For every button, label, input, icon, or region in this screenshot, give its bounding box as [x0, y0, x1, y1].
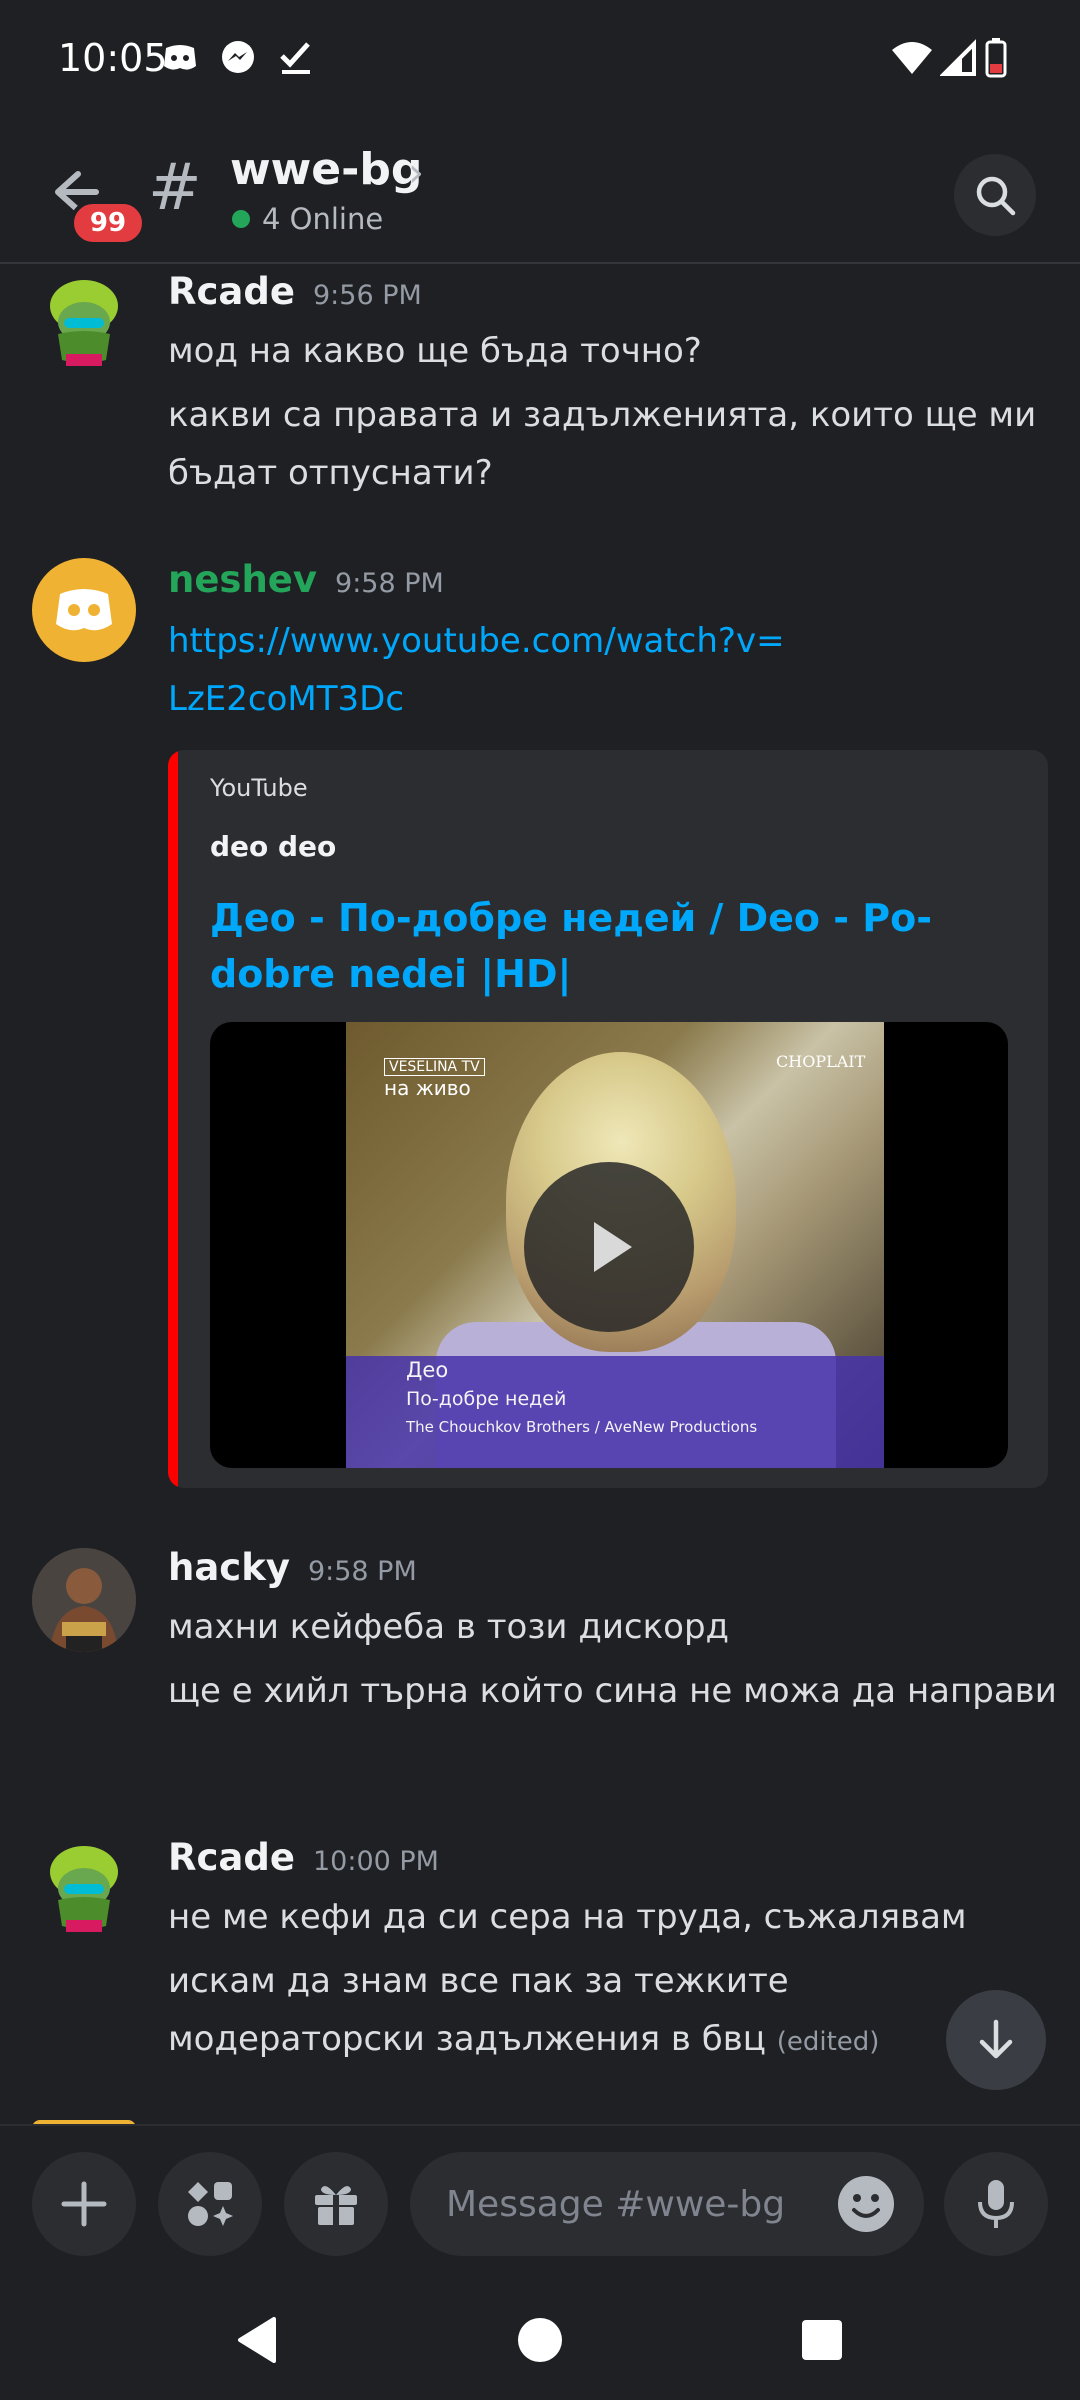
circle-home-icon	[518, 2318, 562, 2362]
youtube-embed: YouTube deo deo Део - По-добре недей / D…	[168, 750, 1048, 1488]
play-button[interactable]	[524, 1162, 694, 1332]
nav-recents-button[interactable]	[792, 2310, 852, 2370]
video-watermark: CHOPLAIT	[776, 1052, 866, 1071]
battery-icon	[985, 38, 1007, 78]
signal-icon	[940, 39, 976, 76]
apps-icon	[188, 2182, 233, 2226]
online-count: 4 Online	[262, 202, 384, 236]
embed-provider[interactable]: YouTube	[210, 774, 308, 802]
nav-home-button[interactable]	[510, 2310, 570, 2370]
message-input-container	[410, 2152, 924, 2256]
message-input[interactable]	[446, 2152, 826, 2256]
check-icon	[280, 42, 310, 74]
microphone-icon	[978, 2180, 1014, 2228]
avatar[interactable]	[32, 1838, 136, 1942]
messenger-icon	[222, 41, 254, 73]
gift-icon	[315, 2186, 357, 2225]
message-timestamp: 10:00 PM	[312, 1846, 439, 1877]
voice-message-button[interactable]	[944, 2152, 1048, 2256]
message-author[interactable]: Rcade 10:00 PM	[168, 1836, 439, 1879]
square-recents-icon	[802, 2320, 842, 2360]
apps-button[interactable]	[158, 2152, 262, 2256]
message-link[interactable]: https://www.youtube.com/watch?v=	[168, 612, 1058, 670]
message-text: не ме кефи да си сера на труда, съжалява…	[168, 1897, 967, 1937]
message-text: какви са правата и задълженията, които щ…	[168, 395, 1037, 493]
channel-hash-icon: #	[148, 151, 202, 225]
message-text: искам да знам все пак за тежките модерат…	[168, 1961, 880, 2059]
add-attachment-button[interactable]	[32, 2152, 136, 2256]
message-text: махни кейфеба в този дискорд	[168, 1607, 730, 1647]
play-icon	[594, 1222, 632, 1272]
video-lower-third: Део По-добре недей The Chouchkov Brother…	[346, 1356, 884, 1468]
online-status: 4 Online	[232, 202, 383, 236]
arrow-down-icon	[979, 2019, 1013, 2059]
system-nav-bar	[0, 2280, 1080, 2400]
plus-icon	[61, 2181, 107, 2227]
message-timestamp: 9:56 PM	[312, 280, 422, 311]
gift-button[interactable]	[284, 2152, 388, 2256]
status-bar: 10:05	[0, 0, 1080, 120]
message-text: ще е хийл търна който сина не можа да на…	[168, 1671, 1057, 1711]
nav-back-button[interactable]	[228, 2310, 288, 2370]
edited-label: (edited)	[776, 2027, 880, 2057]
channel-header: 99 # wwe-bg › 4 Online	[0, 120, 1080, 264]
triangle-back-icon	[238, 2317, 276, 2363]
avatar[interactable]	[32, 558, 136, 662]
unread-badge: 99	[70, 200, 146, 246]
jump-to-bottom-button[interactable]	[946, 1990, 1046, 2090]
search-icon	[976, 176, 1016, 216]
wifi-icon	[892, 42, 932, 74]
chevron-right-icon[interactable]: ›	[408, 150, 424, 196]
message-timestamp: 9:58 PM	[335, 568, 444, 599]
message-composer	[0, 2124, 1080, 2280]
message-text: мод на какво ще бъда точно?	[168, 331, 702, 371]
discord-notification-icon	[164, 45, 196, 70]
online-dot-icon	[232, 210, 250, 228]
avatar[interactable]	[32, 1548, 136, 1652]
message-author[interactable]: hacky 9:58 PM	[168, 1546, 417, 1589]
video-player[interactable]: VESELINA TV на живо CHOPLAIT Део По-добр…	[210, 1022, 1008, 1468]
discord-logo-icon	[56, 589, 112, 631]
embed-author[interactable]: deo deo	[210, 830, 336, 863]
search-button[interactable]	[954, 154, 1036, 236]
channel-title[interactable]: wwe-bg	[230, 144, 422, 195]
message-author[interactable]: Rcade 9:56 PM	[168, 270, 422, 313]
embed-title[interactable]: Део - По-добре недей / Deo - Po-dobre ne…	[210, 890, 1010, 1002]
message-link[interactable]: LzE2coMT3Dc	[168, 670, 1058, 728]
clock: 10:05	[58, 36, 168, 80]
message-timestamp: 9:58 PM	[307, 1556, 417, 1587]
tv-channel-logo: VESELINA TV на живо	[384, 1056, 485, 1100]
emoji-icon[interactable]	[836, 2174, 896, 2234]
avatar[interactable]	[32, 272, 136, 376]
message-author[interactable]: neshev 9:58 PM	[168, 558, 444, 601]
embed-accent-bar	[168, 750, 178, 1488]
